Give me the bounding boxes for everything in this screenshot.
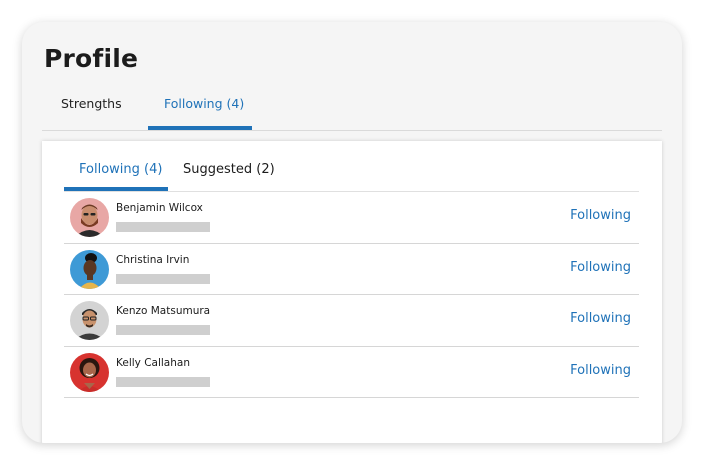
profile-card: Profile Strengths Following (4) Followin… bbox=[22, 22, 682, 443]
person-avatar-icon bbox=[70, 198, 109, 237]
avatar[interactable] bbox=[70, 249, 109, 289]
list-item: Christina Irvin Following bbox=[64, 244, 639, 295]
subtitle-placeholder bbox=[116, 376, 210, 387]
tab-following[interactable]: Following (4) bbox=[164, 96, 244, 111]
subtitle-placeholder bbox=[116, 222, 210, 232]
following-button[interactable]: Following bbox=[570, 260, 631, 275]
subtab-following[interactable]: Following (4) bbox=[79, 162, 162, 177]
tab-strengths[interactable]: Strengths bbox=[61, 96, 122, 111]
person-avatar-icon bbox=[70, 352, 109, 392]
profile-tabs: Strengths Following (4) bbox=[22, 90, 682, 131]
subtitle-placeholder bbox=[116, 273, 210, 284]
person-name: Benjamin Wilcox bbox=[116, 202, 203, 214]
person-avatar-icon bbox=[70, 249, 109, 289]
following-panel: Following (4) Suggested (2) Benjamin Wil… bbox=[42, 141, 662, 443]
following-list: Benjamin Wilcox Following Christina Irvi… bbox=[64, 192, 639, 398]
following-button[interactable]: Following bbox=[570, 363, 631, 378]
avatar[interactable] bbox=[70, 198, 109, 237]
person-name: Kenzo Matsumura bbox=[116, 305, 211, 317]
person-name: Kelly Callahan bbox=[116, 356, 190, 369]
subtab-suggested[interactable]: Suggested (2) bbox=[183, 162, 275, 177]
following-button[interactable]: Following bbox=[570, 311, 631, 326]
list-item: Benjamin Wilcox Following bbox=[64, 192, 639, 244]
tabs-divider bbox=[42, 130, 662, 131]
subtitle-placeholder bbox=[116, 325, 210, 335]
list-item: Kenzo Matsumura Following bbox=[64, 295, 639, 347]
avatar[interactable] bbox=[70, 301, 109, 340]
avatar[interactable] bbox=[70, 352, 109, 392]
person-name: Christina Irvin bbox=[116, 253, 190, 266]
page-title: Profile bbox=[44, 44, 139, 73]
list-item: Kelly Callahan Following bbox=[64, 347, 639, 398]
following-button[interactable]: Following bbox=[570, 208, 631, 223]
person-avatar-icon bbox=[70, 301, 109, 340]
